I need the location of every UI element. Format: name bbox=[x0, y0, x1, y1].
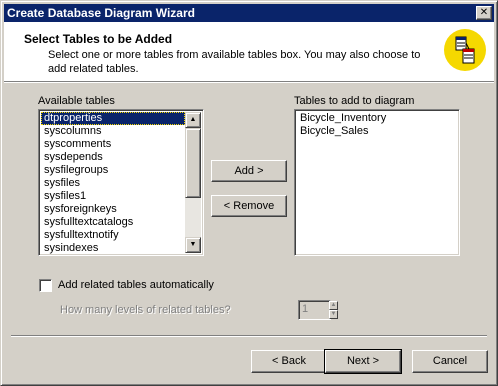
available-tables-label: Available tables bbox=[38, 95, 115, 107]
window-title: Create Database Diagram Wizard bbox=[7, 6, 195, 20]
available-table-item[interactable]: sysfiles bbox=[41, 177, 185, 190]
arrow-up-icon: ▲ bbox=[330, 302, 337, 308]
tables-to-add-label: Tables to add to diagram bbox=[294, 95, 415, 107]
available-table-item[interactable]: sysfiles1 bbox=[41, 190, 185, 203]
available-table-item[interactable]: sysfulltextnotify bbox=[41, 229, 185, 242]
available-table-item[interactable]: syscomments bbox=[41, 138, 185, 151]
available-table-item[interactable]: sysforeignkeys bbox=[41, 203, 185, 216]
cancel-button[interactable]: Cancel bbox=[412, 350, 488, 373]
add-button[interactable]: Add > bbox=[211, 160, 287, 182]
next-button-label: Next > bbox=[346, 355, 380, 367]
available-table-item[interactable]: sysdepends bbox=[41, 151, 185, 164]
remove-button-label: < Remove bbox=[223, 200, 275, 212]
related-levels-spinner[interactable]: 1 bbox=[298, 300, 331, 320]
tables-to-add-items: Bicycle_Inventory Bicycle_Sales bbox=[297, 112, 457, 138]
selected-table-item[interactable]: Bicycle_Sales bbox=[297, 125, 457, 138]
back-button-label: < Back bbox=[272, 355, 306, 367]
close-icon: ✕ bbox=[479, 7, 489, 18]
selected-table-item[interactable]: Bicycle_Inventory bbox=[297, 112, 457, 125]
available-tables-list[interactable]: dtproperties syscolumns syscomments sysdepe… bbox=[38, 109, 204, 256]
add-related-tables-label: Add related tables automatically bbox=[58, 279, 214, 291]
wizard-header: Select Tables to be Added Select one or … bbox=[4, 22, 494, 81]
spinner-up-button[interactable]: ▲ bbox=[329, 301, 338, 310]
available-tables-items: dtproperties syscolumns syscomments sysdepe… bbox=[41, 112, 185, 255]
scroll-down-button[interactable]: ▼ bbox=[185, 237, 201, 253]
spinner-down-button[interactable]: ▼ bbox=[329, 310, 338, 319]
next-button[interactable]: Next > bbox=[324, 349, 402, 374]
remove-button[interactable]: < Remove bbox=[211, 195, 287, 217]
add-related-tables-checkbox[interactable] bbox=[39, 279, 52, 292]
scroll-up-button[interactable]: ▲ bbox=[185, 112, 201, 128]
arrow-down-icon: ▼ bbox=[330, 311, 337, 317]
database-diagram-wizard-icon bbox=[444, 29, 486, 71]
arrow-up-icon: ▲ bbox=[189, 116, 197, 123]
wizard-window: Create Database Diagram Wizard ✕ Select … bbox=[0, 0, 498, 386]
back-button[interactable]: < Back bbox=[251, 350, 327, 373]
step-title: Select Tables to be Added bbox=[24, 32, 173, 46]
related-levels-value: 1 bbox=[302, 303, 309, 315]
available-table-item[interactable]: sysindexes bbox=[41, 242, 185, 255]
cancel-button-label: Cancel bbox=[432, 355, 468, 367]
available-table-item[interactable]: sysfulltextcatalogs bbox=[41, 216, 185, 229]
available-table-item[interactable]: dtproperties bbox=[41, 112, 185, 125]
close-button[interactable]: ✕ bbox=[476, 6, 492, 20]
arrow-down-icon: ▼ bbox=[189, 241, 197, 248]
header-divider bbox=[4, 81, 494, 83]
available-table-item[interactable]: syscolumns bbox=[41, 125, 185, 138]
available-tables-scrollbar[interactable]: ▲ ▼ bbox=[185, 112, 201, 253]
add-button-label: Add > bbox=[234, 165, 264, 177]
tables-to-add-list[interactable]: Bicycle_Inventory Bicycle_Sales bbox=[294, 109, 460, 256]
title-bar[interactable]: Create Database Diagram Wizard ✕ bbox=[4, 4, 494, 22]
related-levels-label: How many levels of related tables? bbox=[60, 304, 231, 316]
footer-divider bbox=[11, 335, 487, 337]
scroll-thumb[interactable] bbox=[185, 128, 201, 198]
step-description: Select one or more tables from available… bbox=[48, 49, 421, 75]
available-table-item[interactable]: sysfilegroups bbox=[41, 164, 185, 177]
